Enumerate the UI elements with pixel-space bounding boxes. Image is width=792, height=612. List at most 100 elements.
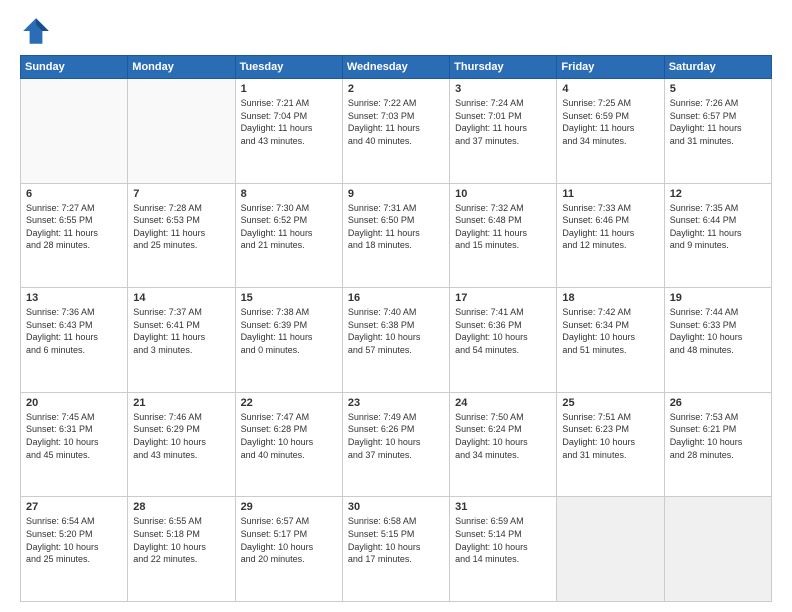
weekday-header: Tuesday [235, 56, 342, 79]
calendar-day-cell: 24 Sunrise: 7:50 AM Sunset: 6:24 PM Dayli… [450, 392, 557, 497]
day-info: Sunrise: 7:44 AM Sunset: 6:33 PM Dayligh… [670, 306, 766, 356]
calendar-day-cell: 31Sunrise: 6:59 AM Sunset: 5:14 PM Dayli… [450, 497, 557, 602]
day-number: 12 [670, 188, 766, 200]
calendar-week-row: 6Sunrise: 7:27 AM Sunset: 6:55 PM Daylig… [21, 183, 772, 288]
day-number: 11 [562, 188, 658, 200]
day-number: 23 [348, 397, 444, 409]
day-number: 22 [241, 397, 337, 409]
day-info: Sunrise: 7:24 AM Sunset: 7:01 PM Dayligh… [455, 97, 551, 147]
page: SundayMondayTuesdayWednesdayThursdayFrid… [0, 0, 792, 612]
calendar-day-cell: 17 Sunrise: 7:41 AM Sunset: 6:36 PM Dayli… [450, 288, 557, 393]
calendar-week-row: 1 Sunrise: 7:21 AM Sunset: 7:04 PM Daylig… [21, 79, 772, 184]
calendar-day-cell: 26 Sunrise: 7:53 AM Sunset: 6:21 PM Dayli… [664, 392, 771, 497]
day-info: Sunrise: 7:38 AM Sunset: 6:39 PM Dayligh… [241, 306, 337, 356]
day-info: Sunrise: 7:31 AM Sunset: 6:50 PM Dayligh… [348, 202, 444, 252]
day-number: 7 [133, 188, 229, 200]
day-number: 2 [348, 83, 444, 95]
day-number: 26 [670, 397, 766, 409]
logo [20, 15, 56, 47]
day-info: Sunrise: 7:37 AM Sunset: 6:41 PM Dayligh… [133, 306, 229, 356]
calendar-day-cell: 16 Sunrise: 7:40 AM Sunset: 6:38 PM Dayli… [342, 288, 449, 393]
day-number: 25 [562, 397, 658, 409]
calendar-day-cell: 13 Sunrise: 7:36 AM Sunset: 6:43 PM Dayli… [21, 288, 128, 393]
day-number: 24 [455, 397, 551, 409]
day-info: Sunrise: 7:27 AM Sunset: 6:55 PM Dayligh… [26, 202, 122, 252]
day-number: 4 [562, 83, 658, 95]
calendar-day-cell: 23 Sunrise: 7:49 AM Sunset: 6:26 PM Dayli… [342, 392, 449, 497]
calendar-header-row: SundayMondayTuesdayWednesdayThursdayFrid… [21, 56, 772, 79]
calendar-day-cell: 6Sunrise: 7:27 AM Sunset: 6:55 PM Daylig… [21, 183, 128, 288]
day-info: Sunrise: 7:21 AM Sunset: 7:04 PM Dayligh… [241, 97, 337, 147]
day-info: Sunrise: 6:57 AM Sunset: 5:17 PM Dayligh… [241, 515, 337, 565]
calendar-day-cell: 5 Sunrise: 7:26 AM Sunset: 6:57 PM Daylig… [664, 79, 771, 184]
day-number: 8 [241, 188, 337, 200]
day-number: 9 [348, 188, 444, 200]
calendar-day-cell: 11 Sunrise: 7:33 AM Sunset: 6:46 PM Dayli… [557, 183, 664, 288]
weekday-header: Saturday [664, 56, 771, 79]
weekday-header: Sunday [21, 56, 128, 79]
day-info: Sunrise: 7:46 AM Sunset: 6:29 PM Dayligh… [133, 411, 229, 461]
calendar-day-cell: 1 Sunrise: 7:21 AM Sunset: 7:04 PM Daylig… [235, 79, 342, 184]
day-number: 20 [26, 397, 122, 409]
day-number: 17 [455, 292, 551, 304]
calendar-week-row: 27 Sunrise: 6:54 AM Sunset: 5:20 PM Dayli… [21, 497, 772, 602]
day-info: Sunrise: 7:25 AM Sunset: 6:59 PM Dayligh… [562, 97, 658, 147]
day-info: Sunrise: 7:35 AM Sunset: 6:44 PM Dayligh… [670, 202, 766, 252]
day-number: 10 [455, 188, 551, 200]
day-number: 18 [562, 292, 658, 304]
weekday-header: Monday [128, 56, 235, 79]
calendar-day-cell: 7 Sunrise: 7:28 AM Sunset: 6:53 PM Daylig… [128, 183, 235, 288]
day-info: Sunrise: 7:51 AM Sunset: 6:23 PM Dayligh… [562, 411, 658, 461]
day-info: Sunrise: 7:49 AM Sunset: 6:26 PM Dayligh… [348, 411, 444, 461]
calendar-day-cell: 3 Sunrise: 7:24 AM Sunset: 7:01 PM Daylig… [450, 79, 557, 184]
calendar-day-cell [21, 79, 128, 184]
day-info: Sunrise: 7:36 AM Sunset: 6:43 PM Dayligh… [26, 306, 122, 356]
calendar-day-cell: 29 Sunrise: 6:57 AM Sunset: 5:17 PM Dayli… [235, 497, 342, 602]
day-number: 1 [241, 83, 337, 95]
calendar-day-cell: 10Sunrise: 7:32 AM Sunset: 6:48 PM Dayli… [450, 183, 557, 288]
calendar-day-cell [128, 79, 235, 184]
calendar-day-cell: 4 Sunrise: 7:25 AM Sunset: 6:59 PM Daylig… [557, 79, 664, 184]
calendar-day-cell [557, 497, 664, 602]
calendar-day-cell: 2 Sunrise: 7:22 AM Sunset: 7:03 PM Daylig… [342, 79, 449, 184]
day-info: Sunrise: 6:55 AM Sunset: 5:18 PM Dayligh… [133, 515, 229, 565]
day-info: Sunrise: 7:28 AM Sunset: 6:53 PM Dayligh… [133, 202, 229, 252]
day-number: 31 [455, 501, 551, 513]
calendar-table: SundayMondayTuesdayWednesdayThursdayFrid… [20, 55, 772, 602]
day-number: 3 [455, 83, 551, 95]
day-number: 16 [348, 292, 444, 304]
header [20, 15, 772, 47]
logo-icon [20, 15, 52, 47]
day-info: Sunrise: 7:41 AM Sunset: 6:36 PM Dayligh… [455, 306, 551, 356]
calendar-day-cell: 15Sunrise: 7:38 AM Sunset: 6:39 PM Dayli… [235, 288, 342, 393]
day-number: 21 [133, 397, 229, 409]
day-number: 13 [26, 292, 122, 304]
day-number: 19 [670, 292, 766, 304]
calendar-day-cell: 22Sunrise: 7:47 AM Sunset: 6:28 PM Dayli… [235, 392, 342, 497]
day-info: Sunrise: 7:30 AM Sunset: 6:52 PM Dayligh… [241, 202, 337, 252]
day-number: 29 [241, 501, 337, 513]
calendar-day-cell: 19 Sunrise: 7:44 AM Sunset: 6:33 PM Dayli… [664, 288, 771, 393]
day-info: Sunrise: 7:26 AM Sunset: 6:57 PM Dayligh… [670, 97, 766, 147]
calendar-day-cell: 20 Sunrise: 7:45 AM Sunset: 6:31 PM Dayli… [21, 392, 128, 497]
calendar-day-cell [664, 497, 771, 602]
calendar-day-cell: 18Sunrise: 7:42 AM Sunset: 6:34 PM Dayli… [557, 288, 664, 393]
day-number: 5 [670, 83, 766, 95]
day-info: Sunrise: 7:50 AM Sunset: 6:24 PM Dayligh… [455, 411, 551, 461]
weekday-header: Thursday [450, 56, 557, 79]
calendar-day-cell: 28Sunrise: 6:55 AM Sunset: 5:18 PM Dayli… [128, 497, 235, 602]
day-info: Sunrise: 7:22 AM Sunset: 7:03 PM Dayligh… [348, 97, 444, 147]
day-info: Sunrise: 7:33 AM Sunset: 6:46 PM Dayligh… [562, 202, 658, 252]
day-info: Sunrise: 6:58 AM Sunset: 5:15 PM Dayligh… [348, 515, 444, 565]
calendar-day-cell: 12 Sunrise: 7:35 AM Sunset: 6:44 PM Dayli… [664, 183, 771, 288]
day-number: 14 [133, 292, 229, 304]
day-number: 27 [26, 501, 122, 513]
day-info: Sunrise: 7:45 AM Sunset: 6:31 PM Dayligh… [26, 411, 122, 461]
day-info: Sunrise: 7:53 AM Sunset: 6:21 PM Dayligh… [670, 411, 766, 461]
weekday-header: Wednesday [342, 56, 449, 79]
day-info: Sunrise: 6:54 AM Sunset: 5:20 PM Dayligh… [26, 515, 122, 565]
calendar-day-cell: 21 Sunrise: 7:46 AM Sunset: 6:29 PM Dayli… [128, 392, 235, 497]
calendar-week-row: 20 Sunrise: 7:45 AM Sunset: 6:31 PM Dayli… [21, 392, 772, 497]
day-info: Sunrise: 7:40 AM Sunset: 6:38 PM Dayligh… [348, 306, 444, 356]
weekday-header: Friday [557, 56, 664, 79]
